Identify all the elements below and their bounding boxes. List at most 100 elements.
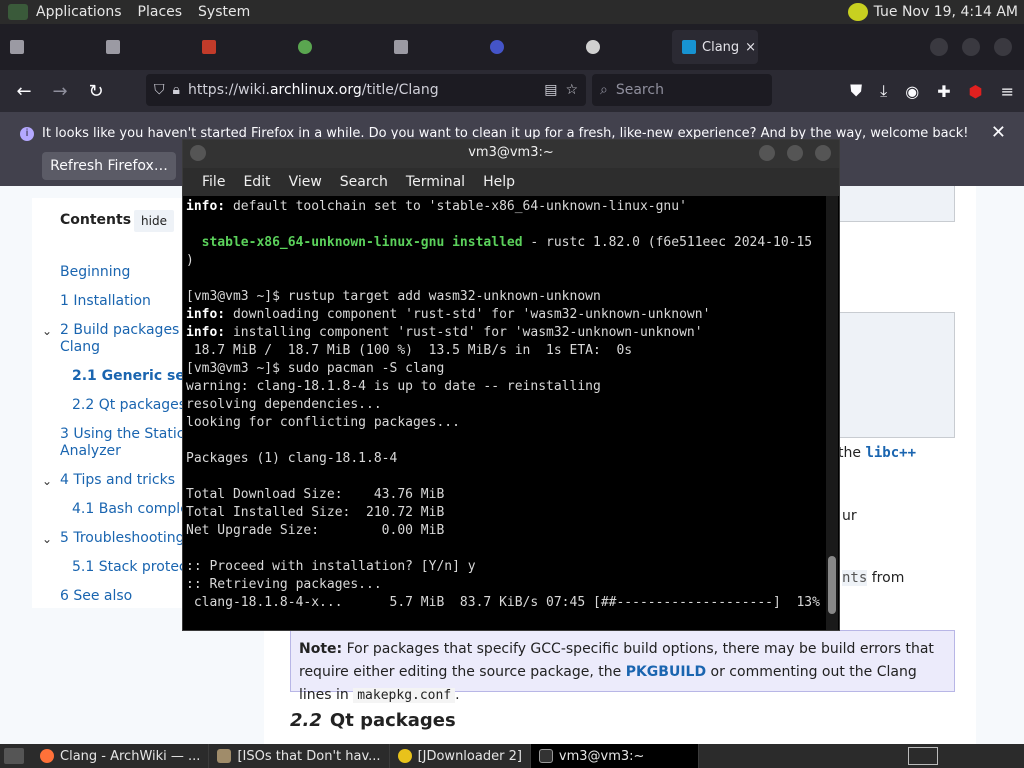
maximize-button[interactable] xyxy=(787,145,803,161)
text-fragment: ur xyxy=(842,508,857,524)
toc-item-bash-completion[interactable]: 4.1 Bash completion xyxy=(72,501,182,517)
text-fragment-from: from xyxy=(871,570,905,586)
terminal-line-text: Net Upgrade Size: 0.00 MiB xyxy=(186,523,445,538)
tab-close-icon[interactable]: × xyxy=(745,40,756,55)
back-icon[interactable]: ← xyxy=(6,81,42,102)
terminal-line-text: default toolchain set to 'stable-x86_64-… xyxy=(225,199,687,214)
toc-item-tips[interactable]: 4 Tips and tricks xyxy=(60,472,182,488)
terminal-title: vm3@vm3:~ xyxy=(468,145,554,160)
tab-2[interactable] xyxy=(96,30,192,64)
window-menu-button[interactable] xyxy=(190,145,206,161)
task-terminal[interactable]: vm3@vm3:~ xyxy=(530,744,699,768)
toc-item-see-also[interactable]: 6 See also xyxy=(60,588,182,604)
toc-item-build-packages[interactable]: 2 Build packages with xyxy=(60,322,182,338)
note-box: Note: For packages that specify GCC-spec… xyxy=(290,630,955,703)
tab-clang[interactable]: Clang × xyxy=(672,30,758,64)
close-icon[interactable]: ✕ xyxy=(991,122,1006,143)
terminal-window[interactable]: vm3@vm3:~ File Edit View Search Terminal… xyxy=(182,139,840,631)
task-file-manager[interactable]: [ISOs that Don't hav... xyxy=(209,744,390,768)
terminal-line: warning: clang-18.1.8-4 is up to date --… xyxy=(186,378,827,396)
terminal-menu-file[interactable]: File xyxy=(193,174,234,190)
maximize-button[interactable] xyxy=(962,38,980,56)
toc-item-beginning[interactable]: Beginning xyxy=(60,264,182,280)
ublock-icon[interactable]: ⬢ xyxy=(969,82,983,101)
toc-item-static-analyzer-cont[interactable]: Analyzer xyxy=(60,443,182,459)
text-fragment: the libc++ xyxy=(838,445,916,461)
terminal-info-label: info: xyxy=(186,307,226,322)
tab-page-icon xyxy=(106,40,120,54)
terminal-menu-help[interactable]: Help xyxy=(474,174,524,190)
close-window-button[interactable] xyxy=(994,38,1012,56)
reload-icon[interactable]: ↻ xyxy=(78,81,114,102)
menu-applications[interactable]: Applications xyxy=(28,4,130,20)
terminal-scrollbar[interactable] xyxy=(826,196,838,630)
hamburger-menu-icon[interactable]: ≡ xyxy=(1001,82,1014,101)
tray-updater-icon[interactable] xyxy=(847,3,868,21)
tab-page-icon xyxy=(394,40,408,54)
archlinux-icon xyxy=(682,40,696,54)
workspace-switcher[interactable] xyxy=(908,747,938,765)
section-number: 2.2 xyxy=(290,710,322,731)
refresh-firefox-button[interactable]: Refresh Firefox… xyxy=(42,152,176,180)
chevron-down-icon[interactable]: ⌄ xyxy=(42,532,52,546)
terminal-menu-edit[interactable]: Edit xyxy=(234,174,279,190)
toc-item-build-packages-cont[interactable]: Clang xyxy=(60,339,182,355)
chevron-down-icon[interactable]: ⌄ xyxy=(42,474,52,488)
terminal-output[interactable]: info: default toolchain set to 'stable-x… xyxy=(183,196,827,630)
toc-hide-button[interactable]: hide xyxy=(134,210,174,232)
clock[interactable]: Tue Nov 19, 4:14 AM xyxy=(874,4,1018,20)
downloads-icon[interactable]: ⤓ xyxy=(880,81,887,101)
account-icon[interactable]: ◉ xyxy=(905,82,919,101)
search-bar[interactable]: ⌕ Search xyxy=(592,74,772,106)
tab-5[interactable] xyxy=(384,30,480,64)
terminal-line xyxy=(186,432,827,450)
terminal-menu-terminal[interactable]: Terminal xyxy=(397,174,474,190)
terminal-info-label: info: xyxy=(186,199,226,214)
forward-icon[interactable]: → xyxy=(42,81,78,102)
toc-item-qt-packages[interactable]: 2.2 Qt packages xyxy=(72,397,182,413)
menu-places[interactable]: Places xyxy=(130,4,191,20)
tab-6[interactable] xyxy=(480,30,576,64)
menu-system[interactable]: System xyxy=(190,4,258,20)
pkgbuild-link[interactable]: PKGBUILD xyxy=(626,664,706,680)
terminal-line: Net Upgrade Size: 0.00 MiB xyxy=(186,522,827,540)
section-heading: 2.2 Qt packages xyxy=(290,710,456,731)
task-jdownloader[interactable]: [JDownloader 2] xyxy=(390,744,531,768)
scrollbar-thumb[interactable] xyxy=(828,556,836,614)
tab-4[interactable] xyxy=(288,30,384,64)
toc-item-static-analyzer[interactable]: 3 Using the Static xyxy=(60,426,182,442)
terminal-menu-view[interactable]: View xyxy=(280,174,331,190)
terminal-line xyxy=(186,216,827,234)
tab-3[interactable] xyxy=(192,30,288,64)
toc-item-troubleshooting[interactable]: 5 Troubleshooting xyxy=(60,530,182,546)
github-icon xyxy=(586,40,600,54)
terminal-line-text xyxy=(186,541,194,556)
task-firefox[interactable]: Clang - ArchWiki — ... xyxy=(32,744,210,768)
text-fragment-the: the xyxy=(838,445,861,461)
terminal-menu-search[interactable]: Search xyxy=(331,174,397,190)
terminal-line: :: Retrieving packages... xyxy=(186,576,827,594)
table-of-contents: Contents hide Beginning 1 Installation ⌄… xyxy=(32,198,182,608)
toc-item-installation[interactable]: 1 Installation xyxy=(60,293,182,309)
reader-view-icon[interactable]: ▤ xyxy=(544,82,557,98)
minimize-button[interactable] xyxy=(930,38,948,56)
extensions-icon[interactable]: ✚ xyxy=(937,82,950,101)
lock-icon[interactable]: 🔒︎ xyxy=(173,82,180,98)
close-window-button[interactable] xyxy=(815,145,831,161)
apps-logo-icon[interactable] xyxy=(8,4,28,20)
pocket-icon[interactable]: ⛊ xyxy=(850,81,862,101)
toc-item-generic-setup[interactable]: 2.1 Generic setup xyxy=(72,368,182,384)
toc-item-stack-protector[interactable]: 5.1 Stack protector xyxy=(72,559,182,575)
task-label: vm3@vm3:~ xyxy=(558,748,645,764)
url-text[interactable]: https://wiki.archlinux.org/title/Clang xyxy=(188,82,439,98)
bookmark-star-icon[interactable]: ☆ xyxy=(565,82,578,98)
chevron-down-icon[interactable]: ⌄ xyxy=(42,324,52,338)
tab-7[interactable] xyxy=(576,30,672,64)
tab-1[interactable] xyxy=(0,30,96,64)
tracking-shield-icon[interactable]: ⛉ xyxy=(154,82,165,98)
show-desktop-icon[interactable] xyxy=(4,748,24,764)
url-bar[interactable]: ⛉ 🔒︎ https://wiki.archlinux.org/title/Cl… xyxy=(146,74,586,106)
terminal-line: Total Download Size: 43.76 MiB xyxy=(186,486,827,504)
terminal-titlebar[interactable]: vm3@vm3:~ xyxy=(183,140,839,168)
minimize-button[interactable] xyxy=(759,145,775,161)
